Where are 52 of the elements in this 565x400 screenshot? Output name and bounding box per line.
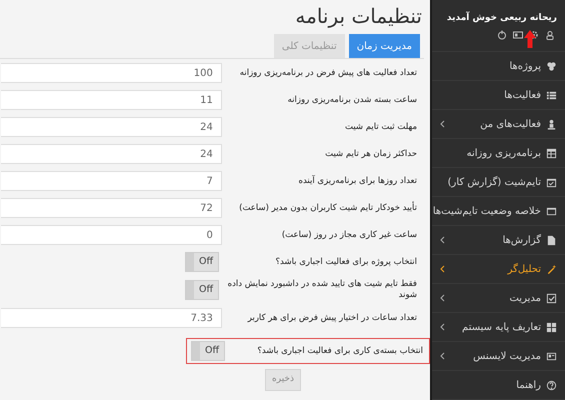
input-field[interactable]: 0 bbox=[1, 225, 222, 245]
setting-label: انتخاب بسته‌ی کاری برای فعالیت اجباری باشد؟ bbox=[256, 346, 423, 356]
sidebar-item[interactable]: تایم‌شیت (گزارش کار) bbox=[432, 168, 565, 197]
setting-label: تعداد روزها برای برنامه‌ریزی آینده bbox=[298, 176, 417, 186]
sidebar-item[interactable]: پروژه‌ها bbox=[432, 52, 565, 81]
input-field[interactable]: 100 bbox=[1, 63, 222, 83]
grid-icon bbox=[546, 322, 557, 332]
user-icon[interactable] bbox=[545, 30, 555, 40]
page-title: تنظیمات برنامه bbox=[295, 3, 422, 30]
checkbox-icon bbox=[546, 292, 557, 304]
sidebar-item[interactable]: مدیریت bbox=[432, 284, 565, 313]
input-field[interactable]: 7.33 bbox=[1, 308, 222, 328]
power-icon[interactable] bbox=[497, 30, 507, 40]
input-field[interactable]: 7 bbox=[1, 171, 222, 191]
magic-wand-icon bbox=[546, 264, 557, 274]
id-card-icon[interactable] bbox=[513, 30, 523, 40]
setting-label: فقط تایم شیت های تایید شده در داشبورد نمایش داده شوند bbox=[227, 279, 417, 301]
table-icon bbox=[546, 148, 557, 158]
input-field[interactable]: 24 bbox=[1, 144, 222, 164]
input-field[interactable]: 72 bbox=[1, 198, 222, 218]
toggle-switch[interactable]: Off bbox=[185, 252, 219, 272]
setting-label: ساعت بسته شدن برنامه‌ریزی روزانه bbox=[286, 94, 417, 106]
id-card-icon bbox=[546, 350, 557, 362]
sidebar-item[interactable]: مدیریت لایسنس bbox=[432, 342, 565, 371]
arrow-icon bbox=[524, 30, 536, 48]
sidebar-item[interactable]: برنامه‌ریزی روزانه bbox=[432, 139, 565, 168]
file-icon bbox=[546, 234, 557, 246]
help-icon bbox=[546, 380, 557, 390]
setting-label: تعداد فعالیت های پیش فرض در برنامه‌ریزی روزانه bbox=[238, 68, 417, 78]
welcome-text: ریحانه ربیعی خوش آمدید bbox=[446, 12, 557, 25]
sidebar-item[interactable]: تحلیل‌گر bbox=[432, 255, 565, 284]
sidebar-item[interactable]: فعالیت‌ها bbox=[432, 81, 565, 110]
calendar-check-icon bbox=[546, 176, 557, 188]
list-icon bbox=[546, 90, 557, 100]
person-icon bbox=[546, 118, 557, 130]
setting-label: انتخاب پروژه برای فعالیت اجباری باشد؟ bbox=[274, 256, 417, 268]
setting-label: ساعت غیر کاری مجاز در روز (ساعت) bbox=[280, 230, 417, 240]
sidebar-item[interactable]: تعاریف پایه سیستم bbox=[432, 313, 565, 342]
window-icon bbox=[546, 206, 557, 216]
setting-label: تأیید خودکار تایم شیت کاربران بدون مدیر (ساعت) bbox=[238, 202, 417, 214]
setting-label: تعداد ساعات در اختیار پیش فرض برای هر کاربر bbox=[246, 312, 417, 324]
cubes-icon bbox=[546, 60, 557, 72]
input-field[interactable]: 24 bbox=[1, 117, 222, 137]
sidebar-item[interactable]: راهنما bbox=[432, 371, 565, 400]
toggle-switch[interactable]: Off bbox=[191, 341, 225, 361]
sidebar-item[interactable]: خلاصه وضعیت تایم‌شیت‌ها bbox=[432, 197, 565, 226]
setting-label: حداکثر زمان هر تایم شیت bbox=[324, 148, 417, 160]
setting-label: مهلت ثبت تایم شیت bbox=[344, 122, 417, 132]
sidebar-item[interactable]: گزارش‌ها bbox=[432, 226, 565, 255]
toggle-switch[interactable]: Off bbox=[185, 280, 219, 300]
sidebar-item[interactable]: فعالیت‌های من bbox=[432, 110, 565, 139]
input-field[interactable]: 11 bbox=[1, 90, 222, 110]
